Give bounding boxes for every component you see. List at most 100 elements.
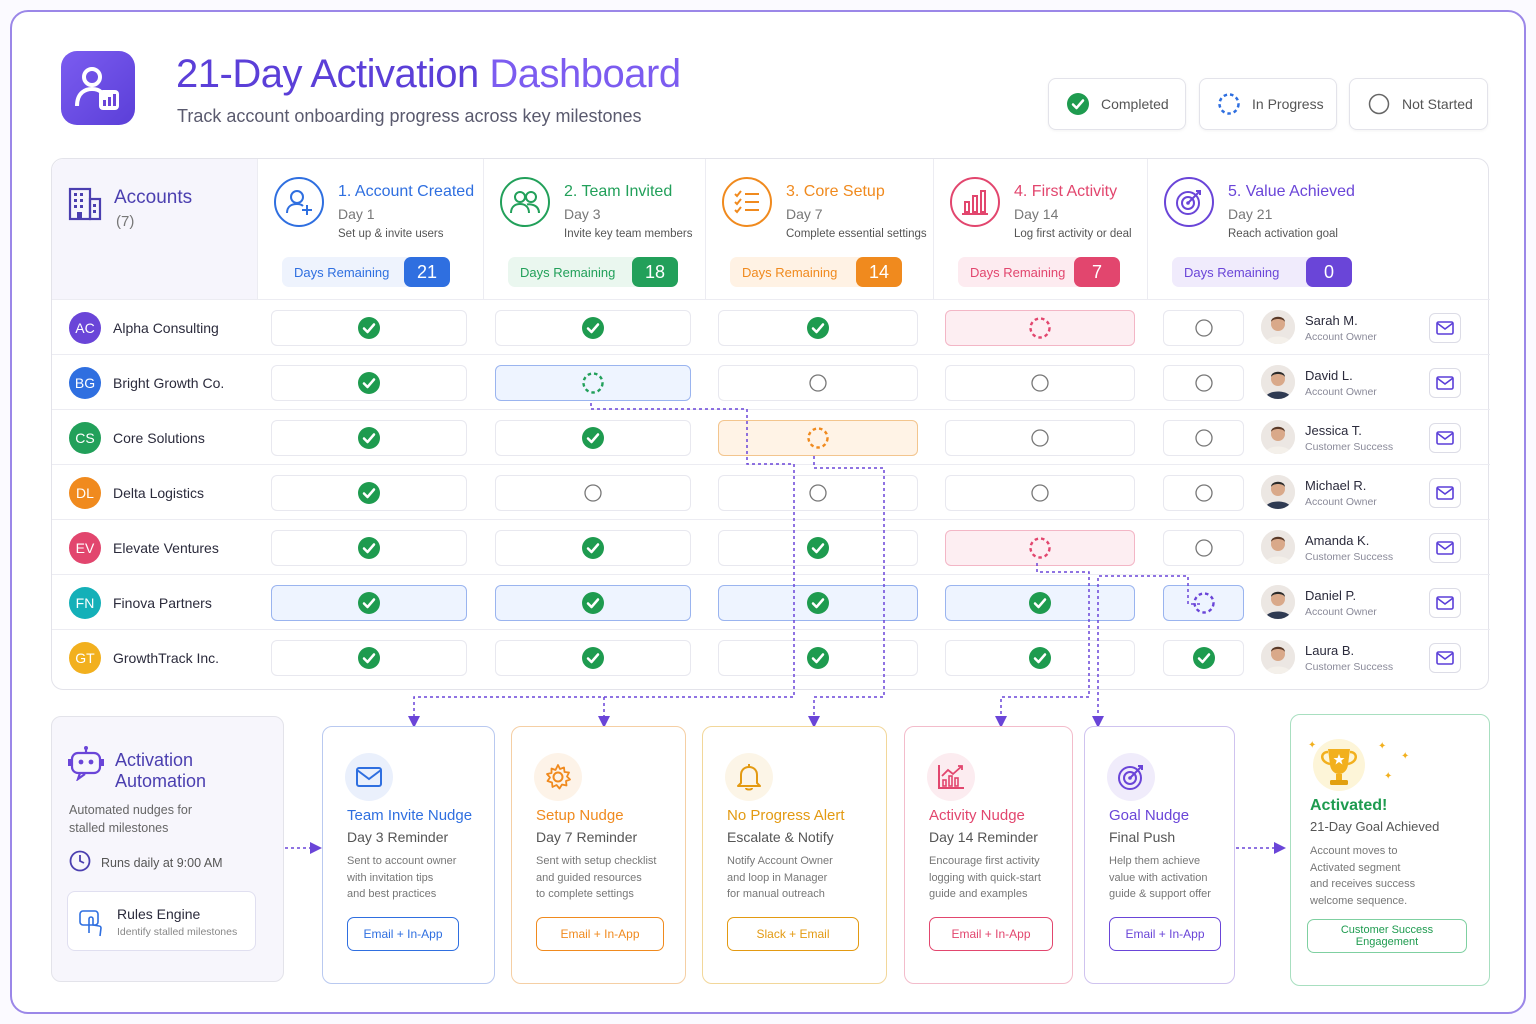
building-icon: [68, 187, 102, 221]
milestone-status-cell[interactable]: [1163, 530, 1244, 566]
milestone-status-cell[interactable]: [718, 420, 918, 456]
milestone-status-cell[interactable]: [1163, 585, 1244, 621]
milestone-status-cell[interactable]: [271, 475, 467, 511]
page-title: 21-Day Activation Dashboard: [176, 52, 681, 97]
account-avatar: EV: [69, 532, 101, 564]
milestone-status-cell[interactable]: [718, 475, 918, 511]
milestone-status-cell[interactable]: [1163, 310, 1244, 346]
days-remaining-value: 14: [856, 257, 902, 287]
milestone-status-cell[interactable]: [495, 475, 691, 511]
milestone-status-cell[interactable]: [271, 365, 467, 401]
owner-name: Michael R.: [1305, 478, 1367, 493]
nudge-description: Sent with setup checklist and guided res…: [536, 855, 657, 900]
milestone-day: Day 7: [786, 206, 823, 222]
email-owner-button[interactable]: [1429, 643, 1461, 673]
empty-circle-icon: [1194, 484, 1213, 502]
legend-not-started[interactable]: Not Started: [1349, 78, 1488, 130]
milestone-status-cell[interactable]: [495, 530, 691, 566]
account-avatar: GT: [69, 642, 101, 674]
check-circle-icon: [582, 647, 604, 669]
milestone-status-cell[interactable]: [945, 310, 1135, 346]
milestone-status-cell[interactable]: [945, 530, 1135, 566]
milestone-status-cell[interactable]: [945, 640, 1135, 676]
rules-engine-title: Rules Engine: [117, 906, 201, 922]
owner-role: Account Owner: [1305, 606, 1377, 618]
nudge-channel-button[interactable]: Email + In-App: [347, 917, 459, 951]
nudge-channel-button[interactable]: Slack + Email: [727, 917, 859, 951]
milestone-status-cell[interactable]: [1163, 475, 1244, 511]
page-title-accent: Dashboard: [489, 52, 681, 96]
legend-in-progress[interactable]: In Progress: [1199, 78, 1337, 130]
days-remaining-pill: Days Remaining 14: [730, 257, 902, 287]
account-name[interactable]: Alpha Consulting: [113, 320, 219, 336]
table-row: DL Delta Logistics Michael R. Account Ow…: [52, 464, 1490, 519]
milestone-status-cell[interactable]: [495, 585, 691, 621]
table-row: EV Elevate Ventures Amanda K. Customer S…: [52, 519, 1490, 574]
account-name[interactable]: Elevate Ventures: [113, 540, 219, 556]
milestone-status-cell[interactable]: [495, 420, 691, 456]
customer-success-engagement-button[interactable]: Customer Success Engagement: [1307, 919, 1467, 953]
milestone-status-cell[interactable]: [495, 640, 691, 676]
rules-engine-card[interactable]: Rules Engine Identify stalled milestones: [67, 891, 256, 951]
svg-text:✦: ✦: [1378, 741, 1386, 752]
account-name[interactable]: Bright Growth Co.: [113, 375, 224, 391]
empty-circle-icon: [809, 484, 827, 502]
nudge-channel-button[interactable]: Email + In-App: [536, 917, 664, 951]
email-owner-button[interactable]: [1429, 478, 1461, 508]
nudge-subtitle: Day 3 Reminder: [347, 829, 449, 845]
milestone-status-cell[interactable]: [495, 310, 691, 346]
milestone-status-cell[interactable]: [495, 365, 691, 401]
email-owner-button[interactable]: [1429, 423, 1461, 453]
milestone-status-cell[interactable]: [271, 530, 467, 566]
account-name[interactable]: Core Solutions: [113, 430, 205, 446]
email-owner-button[interactable]: [1429, 313, 1461, 343]
legend-label: In Progress: [1252, 96, 1324, 112]
owner-name: David L.: [1305, 368, 1353, 383]
days-remaining-label: Days Remaining: [520, 264, 616, 280]
accounts-title: Accounts: [114, 187, 193, 208]
check-circle-icon: [358, 647, 380, 669]
milestone-status-cell[interactable]: [1163, 640, 1244, 676]
dashed-circle-icon: [582, 372, 604, 394]
milestone-status-cell[interactable]: [718, 640, 918, 676]
email-owner-button[interactable]: [1429, 533, 1461, 563]
milestone-status-cell[interactable]: [271, 640, 467, 676]
robot-icon: [68, 746, 104, 781]
account-name[interactable]: Delta Logistics: [113, 485, 204, 501]
trophy-icon: ✦ ✦ ✦ ✦: [1308, 739, 1409, 791]
milestone-status-cell[interactable]: [945, 365, 1135, 401]
table-row: GT GrowthTrack Inc. Laura B. Customer Su…: [52, 629, 1490, 684]
milestone-status-cell[interactable]: [718, 585, 918, 621]
nudge-channel-button[interactable]: Email + In-App: [929, 917, 1053, 951]
owner-role: Customer Success: [1305, 661, 1394, 673]
milestone-status-cell[interactable]: [718, 365, 918, 401]
milestone-status-cell[interactable]: [718, 310, 918, 346]
mail-icon: [345, 753, 393, 801]
dashed-circle-icon: [1218, 93, 1240, 115]
mail-icon: [1436, 321, 1454, 335]
milestone-status-cell[interactable]: [718, 530, 918, 566]
milestone-status-cell[interactable]: [1163, 365, 1244, 401]
owner-avatar: [1261, 640, 1295, 674]
email-owner-button[interactable]: [1429, 588, 1461, 618]
nudge-channel-button[interactable]: Email + In-App: [1109, 917, 1221, 951]
milestone-status-cell[interactable]: [271, 420, 467, 456]
milestone-status-cell[interactable]: [1163, 420, 1244, 456]
legend-completed[interactable]: Completed: [1048, 78, 1186, 130]
milestone-status-cell[interactable]: [945, 475, 1135, 511]
milestone-status-cell[interactable]: [945, 585, 1135, 621]
automation-schedule: Runs daily at 9:00 AM: [101, 856, 223, 870]
account-name[interactable]: GrowthTrack Inc.: [113, 650, 219, 666]
milestone-status-cell[interactable]: [271, 585, 467, 621]
activated-card: ✦ ✦ ✦ ✦ Activated! 21-Day Goal Achieved Acc…: [1290, 714, 1490, 986]
legend-label: Completed: [1101, 96, 1169, 112]
milestone-status-cell[interactable]: [945, 420, 1135, 456]
team-icon: [500, 177, 550, 227]
milestone-status-cell[interactable]: [271, 310, 467, 346]
settings-gear-icon: [534, 753, 582, 801]
automation-description-line: Automated nudges for: [69, 803, 192, 817]
milestone-header-2: 2. Team Invited Day 3 Invite key team me…: [484, 159, 706, 299]
account-name[interactable]: Finova Partners: [113, 595, 212, 611]
email-owner-button[interactable]: [1429, 368, 1461, 398]
svg-text:✦: ✦: [1308, 740, 1316, 751]
